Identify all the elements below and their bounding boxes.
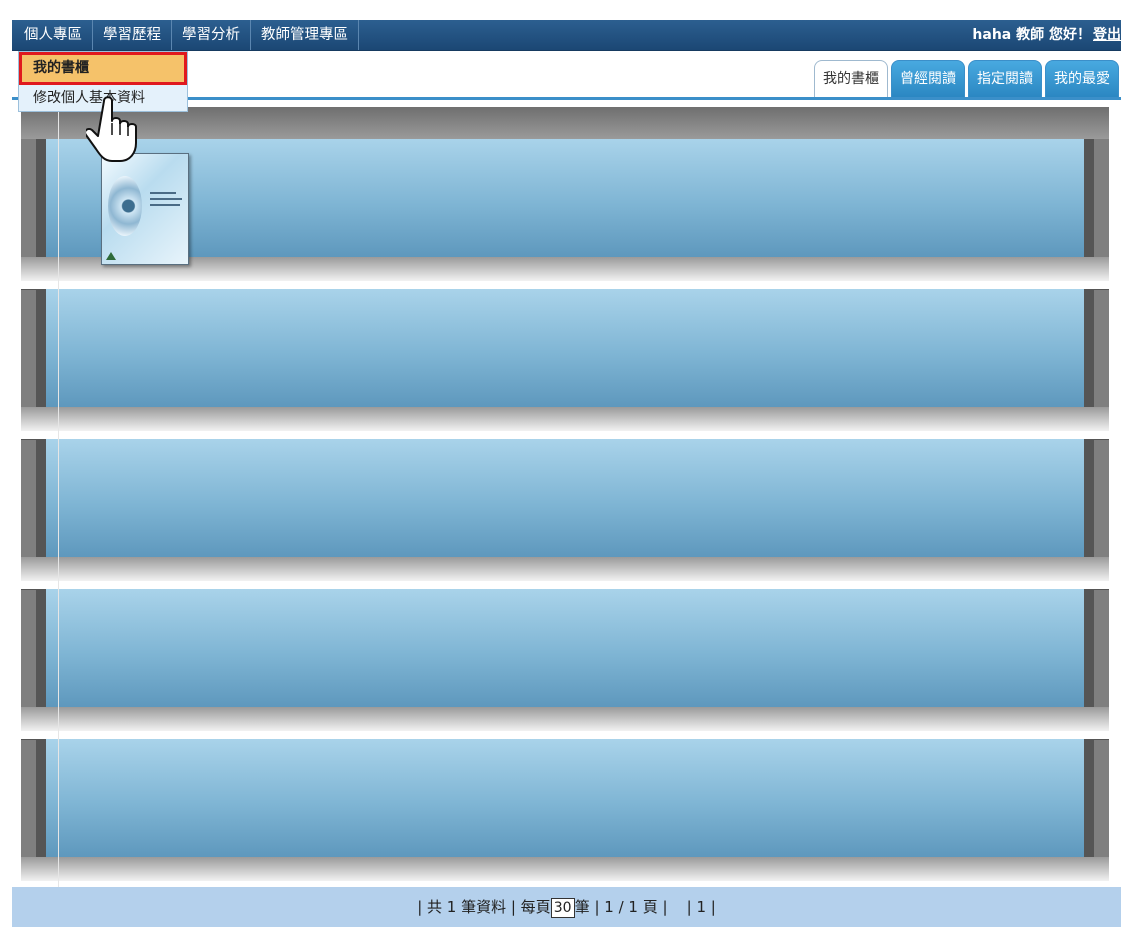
user-greeting: haha 教師 您好！ bbox=[972, 27, 1091, 43]
divider-line bbox=[58, 97, 59, 887]
menu-item-my-bookshelf[interactable]: 我的書櫃 bbox=[19, 52, 187, 85]
shelf-row bbox=[21, 439, 1109, 590]
shelf-row bbox=[21, 289, 1109, 440]
book-cover[interactable] bbox=[101, 153, 189, 265]
main-nav: 個人專區 學習歷程 學習分析 教師管理專區 bbox=[12, 20, 359, 50]
shelf-row bbox=[21, 589, 1109, 740]
bookshelf bbox=[21, 107, 1109, 890]
tab-my-bookshelf[interactable]: 我的書櫃 bbox=[814, 60, 888, 97]
nav-item-personal[interactable]: 個人專區 bbox=[12, 20, 93, 50]
tab-read-before[interactable]: 曾經閱讀 bbox=[891, 60, 965, 97]
record-count: | 共 1 筆資料 | 每頁 bbox=[417, 898, 551, 916]
pagination-bar: | 共 1 筆資料 | 每頁 30 筆 | 1 / 1 頁 | | 1 | bbox=[12, 887, 1121, 927]
page-size-input[interactable]: 30 bbox=[550, 897, 575, 918]
shelf-row bbox=[21, 139, 1109, 290]
page-link[interactable]: | 1 | bbox=[687, 898, 716, 916]
page-info: 筆 | 1 / 1 頁 | bbox=[574, 898, 668, 916]
shelf-row bbox=[21, 739, 1109, 890]
tab-my-favorites[interactable]: 我的最愛 bbox=[1045, 60, 1119, 97]
nav-item-teacher-management[interactable]: 教師管理專區 bbox=[251, 20, 359, 50]
bookshelf-tabs: 我的書櫃 曾經閱讀 指定閱讀 我的最愛 bbox=[814, 60, 1119, 97]
logout-link[interactable]: 登出 bbox=[1093, 20, 1121, 50]
nav-item-learning-history[interactable]: 學習歷程 bbox=[93, 20, 172, 50]
hand-cursor-icon bbox=[86, 96, 137, 162]
top-nav-bar: 個人專區 學習歷程 學習分析 教師管理專區 haha 教師 您好！ 登出 bbox=[12, 20, 1121, 51]
publisher-logo bbox=[106, 252, 116, 260]
nav-item-learning-analysis[interactable]: 學習分析 bbox=[172, 20, 251, 50]
eye-image bbox=[108, 176, 142, 236]
tab-assigned-reading[interactable]: 指定閱讀 bbox=[968, 60, 1042, 97]
